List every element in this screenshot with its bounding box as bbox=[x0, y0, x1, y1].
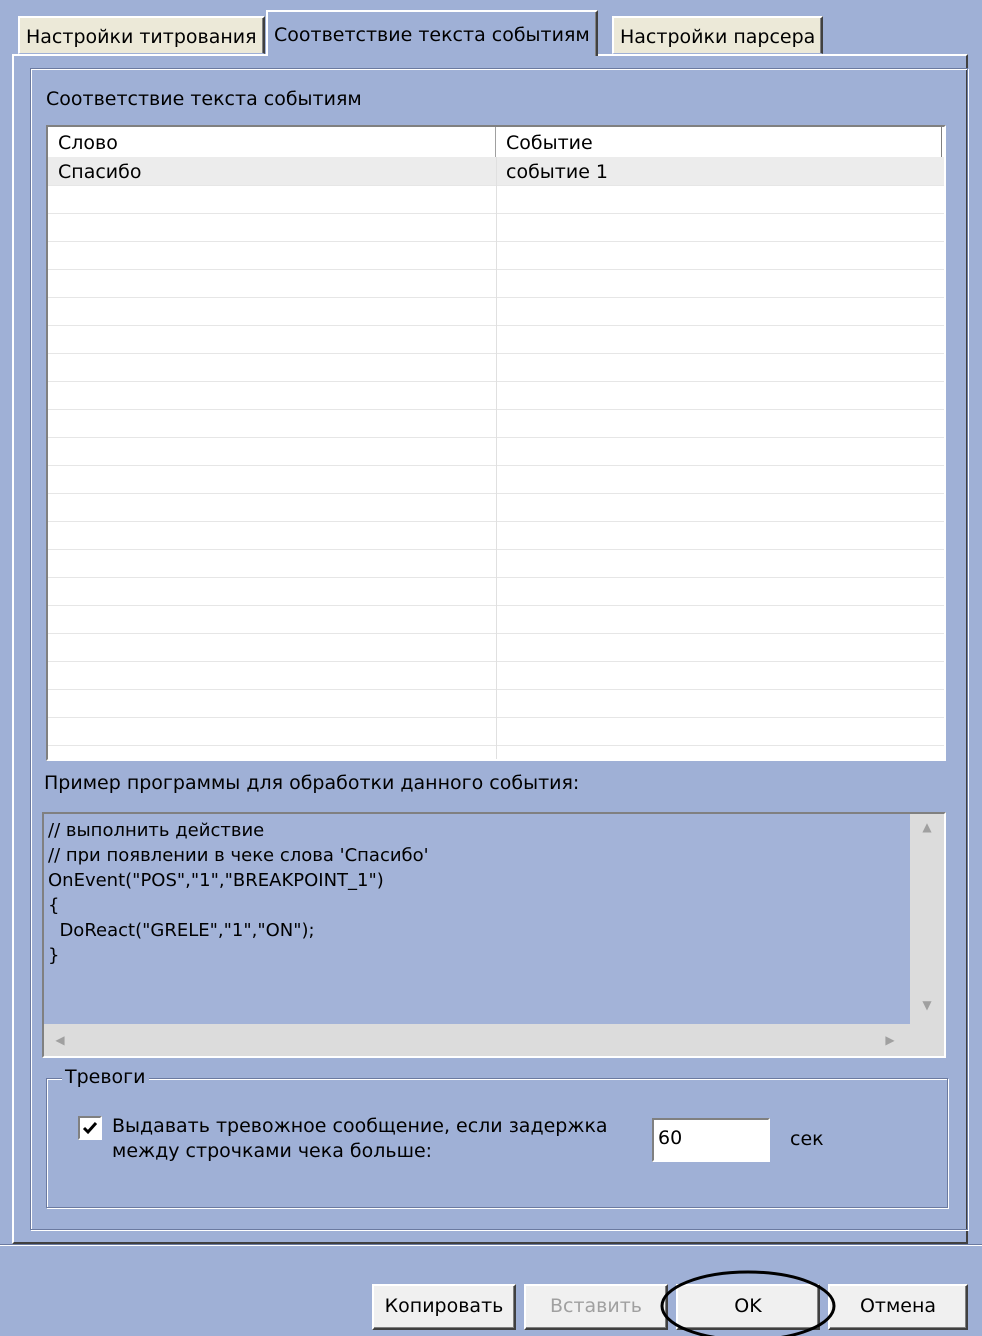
delay-seconds-input[interactable]: 60 bbox=[652, 1118, 770, 1162]
mapping-table[interactable]: Слово Событие Спасибо событие 1 bbox=[46, 125, 946, 761]
delay-unit-label: сек bbox=[790, 1128, 824, 1150]
copy-button[interactable]: Копировать bbox=[372, 1284, 516, 1330]
code-example-area[interactable]: // выполнить действие // при появлении в … bbox=[42, 812, 946, 1058]
column-header-word[interactable]: Слово bbox=[48, 127, 496, 157]
tab-titration-settings[interactable]: Настройки титрования bbox=[18, 16, 265, 54]
scroll-left-icon[interactable]: ◀ bbox=[50, 1033, 70, 1047]
alarm-delay-checkbox[interactable] bbox=[78, 1116, 102, 1140]
tab-parser-settings[interactable]: Настройки парсера bbox=[612, 16, 824, 54]
checkmark-icon bbox=[82, 1122, 98, 1135]
alarm-delay-label-line2: между строчками чека больше: bbox=[112, 1140, 433, 1162]
code-line: // выполнить действие bbox=[48, 820, 265, 841]
scroll-right-icon[interactable]: ▶ bbox=[880, 1033, 900, 1047]
code-line: { bbox=[48, 895, 60, 916]
tab-label: Настройки титрования bbox=[26, 26, 257, 48]
mapping-group-title: Соответствие текста событиям bbox=[46, 88, 362, 110]
code-line: DoReact("GRELE","1","ON"); bbox=[48, 920, 315, 941]
column-divider bbox=[496, 157, 497, 759]
scroll-up-icon[interactable]: ▲ bbox=[910, 820, 944, 834]
example-label: Пример программы для обработки данного с… bbox=[44, 772, 580, 794]
alarm-delay-label: Выдавать тревожное сообщение, если задер… bbox=[112, 1114, 608, 1164]
code-line: // при появлении в чеке слова 'Спасибо' bbox=[48, 845, 429, 866]
code-line: OnEvent("POS","1","BREAKPOINT_1") bbox=[48, 870, 384, 891]
cancel-button[interactable]: Отмена bbox=[828, 1284, 968, 1330]
table-header: Слово Событие bbox=[48, 127, 944, 158]
scroll-down-icon[interactable]: ▼ bbox=[910, 998, 944, 1012]
vertical-scrollbar[interactable]: ▲ ▼ bbox=[910, 814, 944, 1024]
code-line: } bbox=[48, 945, 60, 966]
alarms-group-title: Тревоги bbox=[62, 1066, 149, 1088]
cell-event[interactable]: событие 1 bbox=[496, 157, 942, 185]
column-header-event[interactable]: Событие bbox=[496, 127, 942, 157]
cell-word[interactable]: Спасибо bbox=[48, 157, 496, 185]
footer-separator bbox=[0, 1244, 982, 1246]
horizontal-scrollbar[interactable]: ◀ ▶ bbox=[44, 1024, 910, 1056]
tab-label: Соответствие текста событиям bbox=[274, 24, 590, 46]
alarm-delay-label-line1: Выдавать тревожное сообщение, если задер… bbox=[112, 1115, 608, 1137]
tab-label: Настройки парсера bbox=[620, 26, 816, 48]
ok-highlight-ellipse bbox=[660, 1270, 836, 1336]
tab-text-event-mapping[interactable]: Соответствие текста событиям bbox=[266, 10, 598, 56]
paste-button[interactable]: Вставить bbox=[524, 1284, 668, 1330]
scrollbar-corner bbox=[910, 1024, 944, 1056]
